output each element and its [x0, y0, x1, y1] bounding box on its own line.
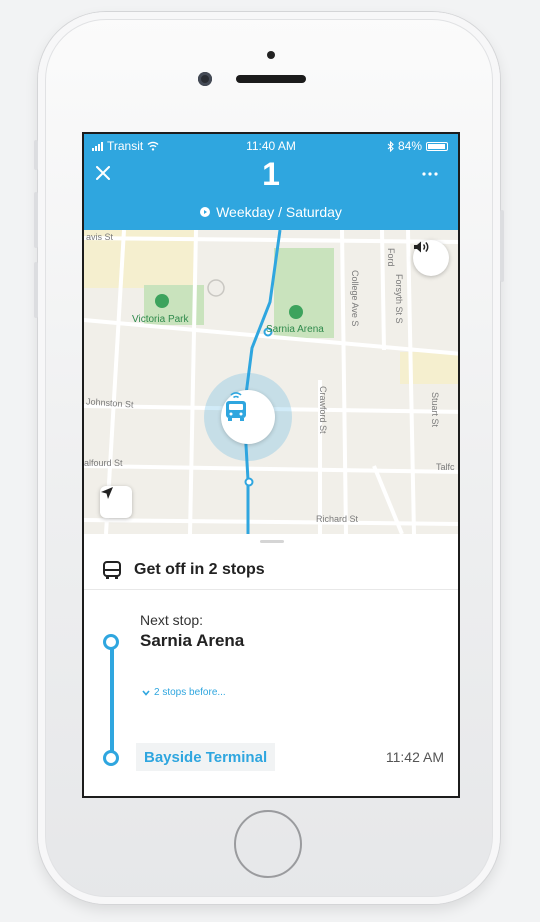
earpiece-speaker — [236, 75, 306, 83]
map-label-forsyth: Forsyth St S — [394, 274, 404, 324]
battery-icon — [426, 141, 448, 151]
route-stop-marker[interactable] — [244, 477, 254, 487]
front-camera — [198, 72, 212, 86]
power-button — [500, 210, 504, 282]
park-icon — [155, 294, 169, 308]
next-stop-dot — [103, 634, 119, 650]
terminal-stop-button[interactable]: Bayside Terminal — [136, 743, 276, 771]
sound-button[interactable] — [413, 240, 449, 276]
route-number: 1 — [262, 156, 280, 192]
arrival-time: 11:42 AM — [385, 749, 444, 765]
trip-panel: Get off in 2 stops Next stop: Sarnia Are… — [84, 534, 458, 796]
next-stop-name: Sarnia Arena — [140, 631, 245, 650]
app-screen: Transit 11:40 AM 84% 1 Weekday / Saturda… — [82, 132, 460, 798]
arena-icon — [289, 305, 303, 319]
volume-up-button — [34, 192, 38, 248]
road — [340, 230, 348, 534]
road — [84, 464, 458, 474]
chevron-down-icon — [142, 689, 150, 696]
terminal-stop-dot — [103, 750, 119, 766]
bus-icon — [226, 392, 246, 421]
route-header: Transit 11:40 AM 84% 1 Weekday / Saturda… — [84, 134, 458, 230]
next-stop-label: Next stop: — [140, 612, 204, 628]
status-bar: Transit 11:40 AM 84% — [84, 139, 458, 155]
bus-stop-sign-icon — [207, 279, 225, 297]
timeline-line — [110, 638, 114, 760]
map-label-sarnia-arena: Sarnia Arena — [266, 324, 324, 335]
get-off-banner: Get off in 2 stops — [84, 550, 458, 590]
map-label-richard: Richard St — [316, 514, 359, 524]
bluetooth-icon — [387, 140, 394, 152]
map-label-college-ave: College Ave S — [350, 270, 360, 327]
silent-switch — [34, 140, 38, 170]
speaker-icon — [414, 241, 429, 253]
schedule-selector[interactable]: Weekday / Saturday — [84, 204, 458, 220]
recenter-button[interactable] — [100, 486, 132, 518]
stops-before-label: 2 stops before... — [154, 687, 226, 698]
map-label-crawford: Crawford St — [318, 386, 328, 434]
bus-outline-icon — [103, 560, 121, 579]
map-view[interactable]: avis St Ford Victoria Park Sarnia Arena … — [84, 230, 458, 534]
map-label-stuart: Stuart St — [430, 392, 440, 428]
stops-before-toggle[interactable]: 2 stops before... — [142, 687, 226, 698]
terminal-stop-name: Bayside Terminal — [144, 748, 268, 766]
schedule-label: Weekday / Saturday — [216, 204, 342, 220]
proximity-sensor — [267, 51, 275, 59]
map-label-ford: Ford — [386, 248, 396, 267]
map-label-talfourd: Talfc — [436, 462, 455, 472]
home-button[interactable] — [234, 810, 302, 878]
drag-handle[interactable] — [260, 540, 284, 543]
location-arrow-icon — [101, 487, 113, 499]
vehicle-marker[interactable] — [221, 390, 275, 444]
get-off-text: Get off in 2 stops — [134, 560, 265, 578]
battery-percent: 84% — [397, 139, 422, 153]
road — [380, 230, 386, 351]
play-circle-icon — [200, 207, 211, 217]
map-label-alfourd: alfourd St — [84, 458, 123, 468]
more-button[interactable] — [422, 160, 438, 181]
map-label-victoria-park: Victoria Park — [132, 314, 189, 325]
road — [84, 518, 458, 526]
status-right: 84% — [387, 139, 448, 153]
more-icon — [422, 172, 438, 176]
map-label-davis: avis St — [86, 232, 114, 242]
volume-down-button — [34, 262, 38, 318]
